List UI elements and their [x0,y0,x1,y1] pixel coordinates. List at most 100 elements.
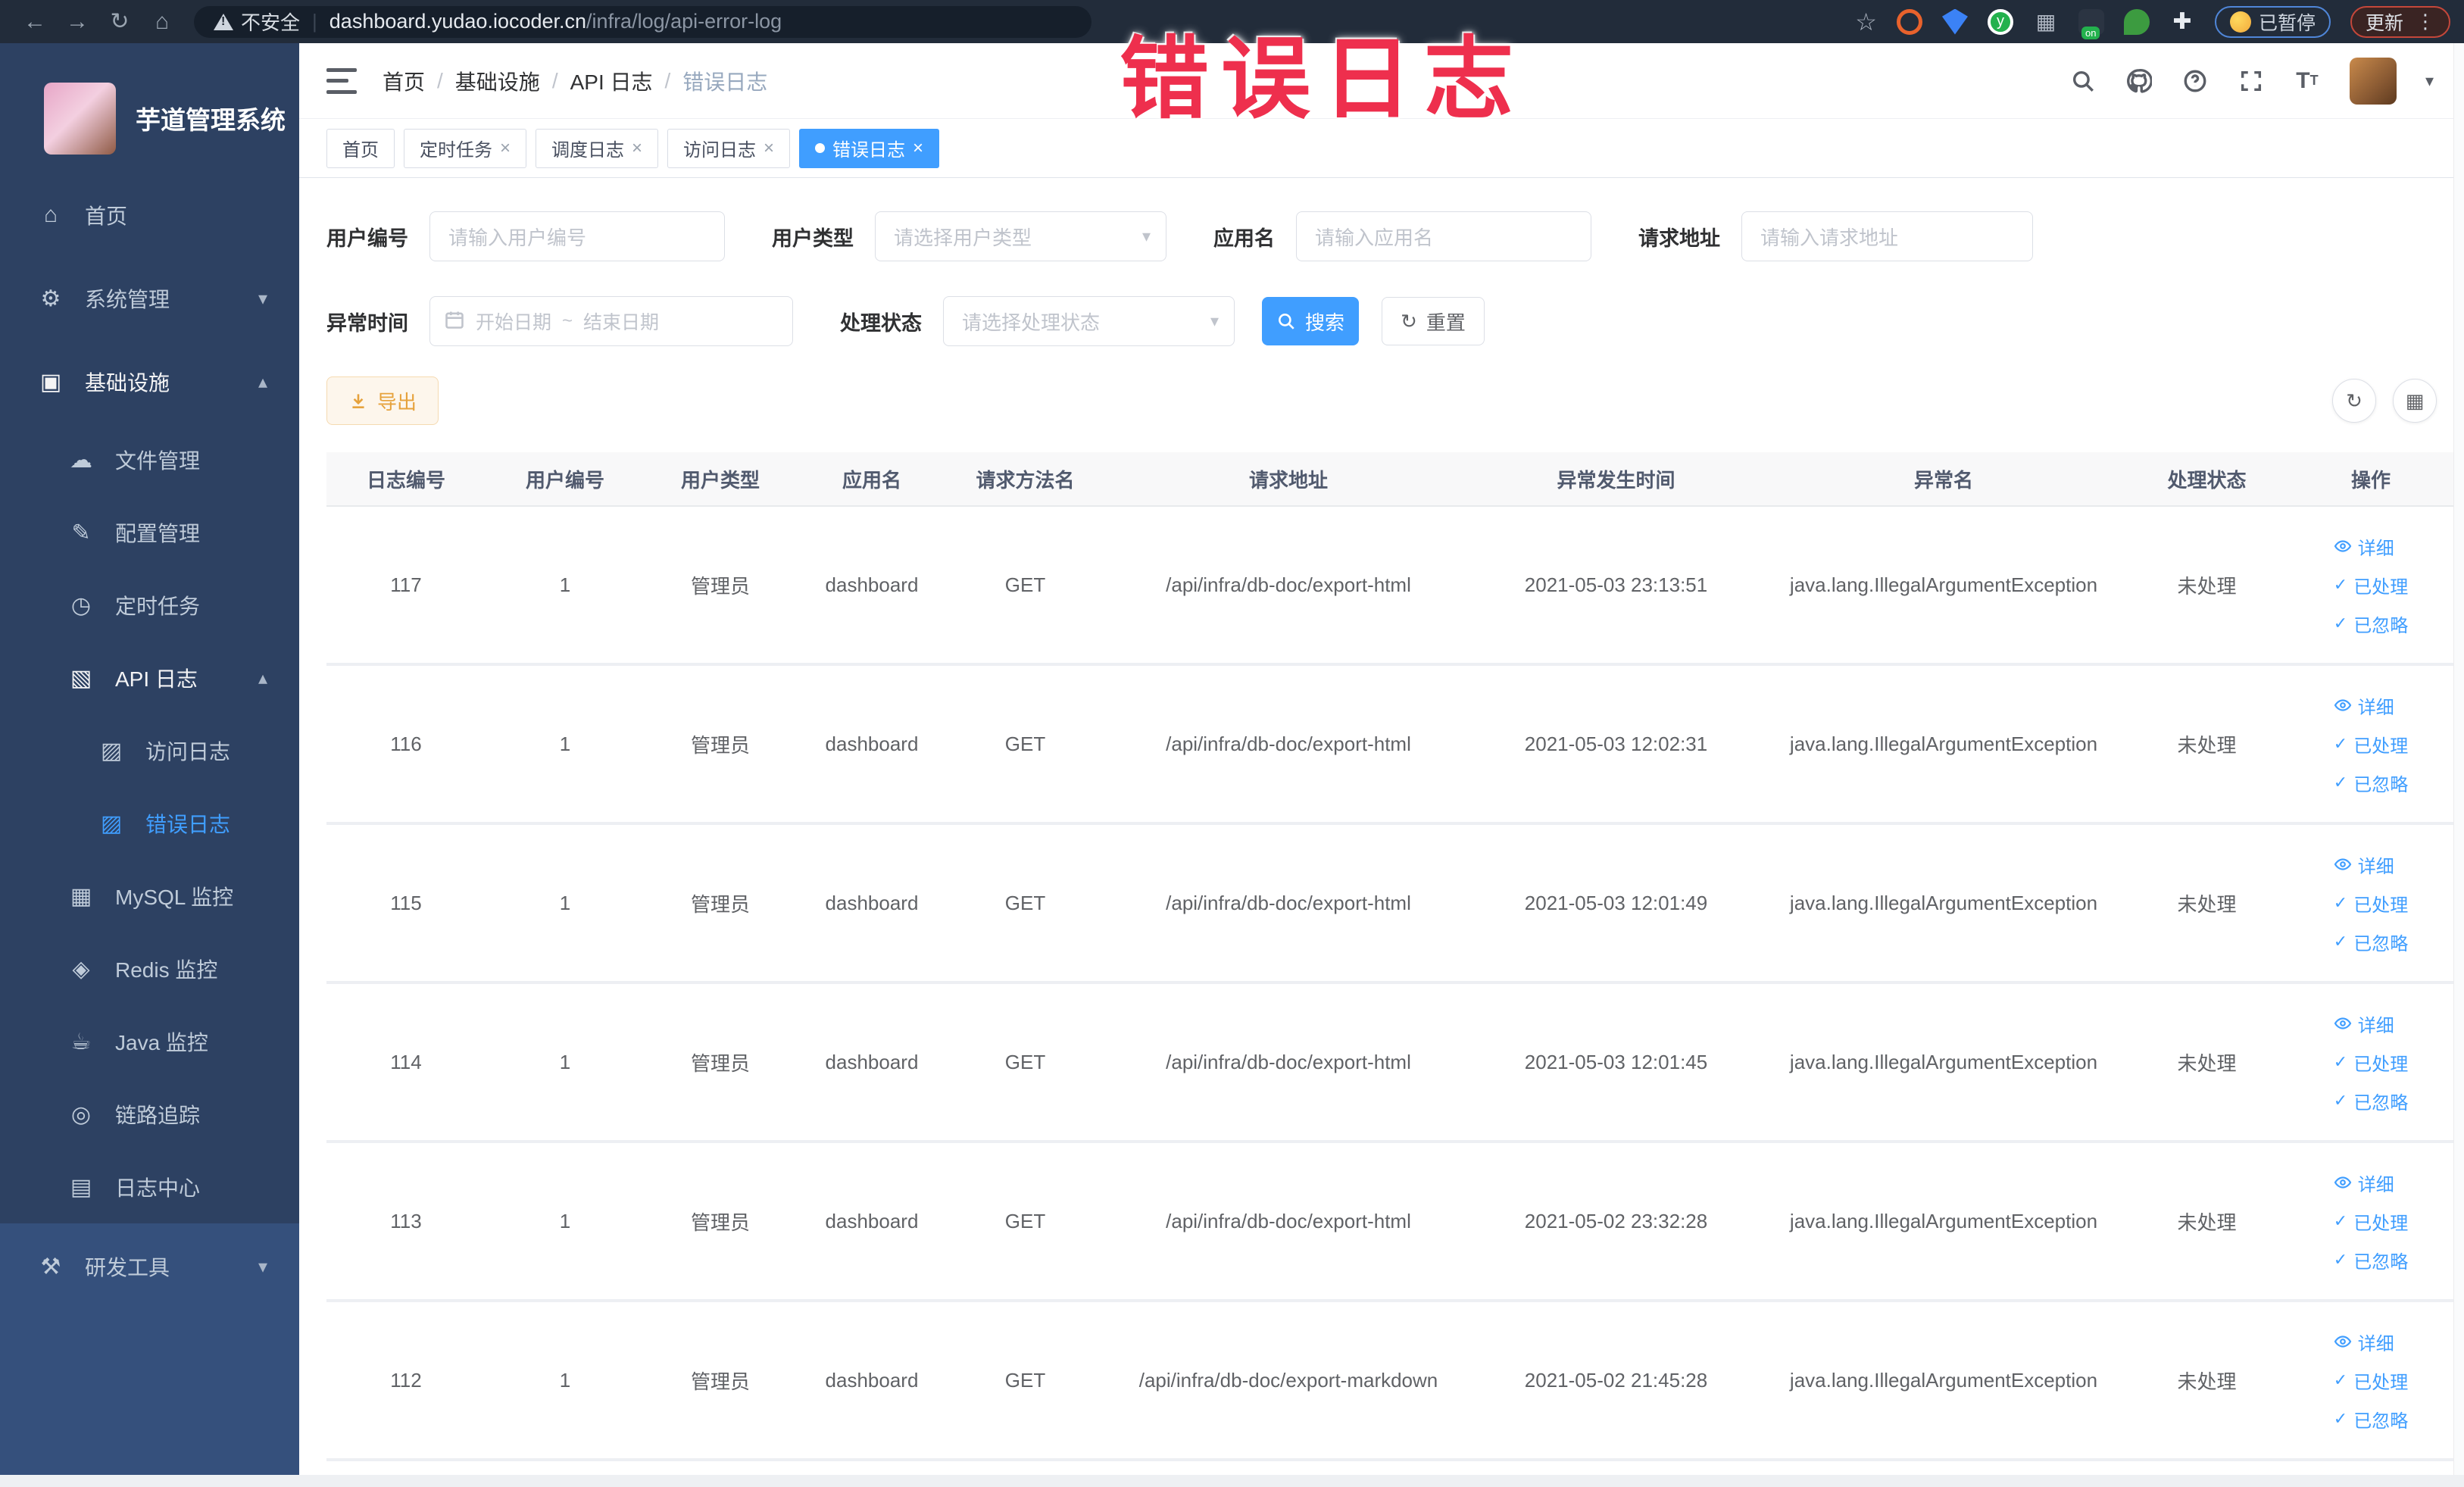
column-header: 用户类型 [680,468,760,492]
ignored-link[interactable]: ✓ 已忽略 [2334,611,2408,637]
browser-reload-icon[interactable]: ↻ [98,8,141,35]
extension-leaf-icon[interactable] [2123,8,2150,35]
tab-首页[interactable]: 首页 [326,128,395,168]
browser-menu-kebab-icon[interactable]: ⋮ [2416,10,2435,33]
toolbox-icon: ⚒ [40,1254,61,1279]
sidebar-toggle-icon[interactable] [326,67,357,94]
sidebar-item-mysql[interactable]: ▦ MySQL 监控 [0,860,299,932]
extension-orange-icon[interactable] [1896,8,1922,35]
tab-close-icon[interactable]: × [632,138,642,159]
cell-app-name: dashboard [825,732,919,755]
tab-定时任务[interactable]: 定时任务 × [404,128,527,168]
sidebar-item-devtools[interactable]: ⚒ 研发工具 ▾ [0,1223,299,1310]
processed-link[interactable]: ✓ 已处理 [2334,890,2408,917]
tab-访问日志[interactable]: 访问日志 × [667,128,791,168]
check-icon: ✓ [2333,734,2348,753]
user-type-select[interactable]: 请选择用户类型 ▾ [875,211,1166,261]
request-url-input[interactable]: 请输入请求地址 [1741,211,2033,261]
user-menu-caret-icon[interactable]: ▾ [2425,71,2434,91]
tab-close-icon[interactable]: × [913,138,923,159]
ignored-link[interactable]: ✓ 已忽略 [2334,929,2408,955]
user-avatar[interactable] [2349,57,2397,105]
sidebar-item-home[interactable]: ⌂ 首页 [0,173,299,257]
extensions-puzzle-icon[interactable]: ✚ [2169,9,2195,35]
sidebar-item-config[interactable]: ✎ 配置管理 [0,496,299,569]
cell-process-status: 未处理 [2177,733,2237,757]
ignored-link[interactable]: ✓ 已忽略 [2334,1247,2408,1273]
search-button[interactable]: 搜索 [1262,297,1359,345]
tab-调度日志[interactable]: 调度日志 × [536,128,659,168]
processed-link[interactable]: ✓ 已处理 [2334,1367,2408,1394]
process-status-select[interactable]: 请选择处理状态 ▾ [943,296,1235,346]
tab-close-icon[interactable]: × [500,138,511,159]
filter-row-1: 用户编号 请输入用户编号 用户类型 请选择用户类型 ▾ 应用名 请输入应用名 请求… [326,211,2449,261]
browser-update-button[interactable]: 更新 ⋮ [2350,5,2450,38]
processed-link[interactable]: ✓ 已处理 [2334,1208,2408,1235]
ignored-link[interactable]: ✓ 已忽略 [2334,1406,2408,1432]
refresh-table-button[interactable]: ↻ [2332,379,2376,423]
reset-button[interactable]: ↻ 重置 [1382,297,1485,345]
breadcrumb-item[interactable]: 基础设施 [455,66,540,96]
processed-link[interactable]: ✓ 已处理 [2334,572,2408,598]
page-scrollbar[interactable] [2453,43,2464,1487]
export-button[interactable]: 导出 [326,376,439,425]
processed-link[interactable]: ✓ 已处理 [2334,1049,2408,1076]
ignored-link[interactable]: ✓ 已忽略 [2334,770,2408,796]
exception-time-range-picker[interactable]: 开始日期 ~ 结束日期 [429,296,793,346]
detail-link[interactable]: 详细 [2334,1329,2394,1355]
access-log-icon: ▨ [100,738,123,764]
sidebar-item-api-log[interactable]: ▧ API 日志 ▴ [0,642,299,714]
sidebar-item-redis[interactable]: ◈ Redis 监控 [0,932,299,1005]
sidebar-item-file[interactable]: ☁ 文件管理 [0,423,299,496]
browser-home-icon[interactable]: ⌂ [141,9,183,35]
table-toolbar: 导出 ↻ ▦ [326,376,2449,425]
breadcrumb-item[interactable]: API 日志 [570,66,653,96]
tab-错误日志[interactable]: 错误日志 × [799,128,940,168]
extension-grid-icon[interactable]: ▦ [2033,9,2059,35]
sidebar-item-access-log[interactable]: ▨ 访问日志 [0,714,299,787]
breadcrumb-item[interactable]: 首页 [383,66,425,96]
edit-icon: ✎ [71,520,91,545]
bookmark-star-icon[interactable]: ☆ [1855,8,1877,36]
tab-close-icon[interactable]: × [764,138,774,159]
sidebar-item-infra[interactable]: ▣ 基础设施 ▴ [0,340,299,423]
font-size-icon[interactable]: TT [2294,67,2321,95]
sidebar-item-label: 基础设施 [85,371,170,395]
sidebar-item-trace[interactable]: ◎ 链路追踪 [0,1078,299,1151]
help-icon[interactable] [2181,67,2209,95]
cell-method: GET [1004,891,1046,914]
sidebar-item-system[interactable]: ⚙ 系统管理 ▾ [0,257,299,340]
github-icon[interactable] [2125,67,2153,95]
processed-link[interactable]: ✓ 已处理 [2334,731,2408,758]
browser-back-icon[interactable]: ← [14,9,56,35]
sidebar-item-job[interactable]: ◷ 定时任务 [0,569,299,642]
sidebar-item-log-center[interactable]: ▤ 日志中心 [0,1151,299,1223]
app-name-input[interactable]: 请输入应用名 [1296,211,1591,261]
sidebar-item-java[interactable]: ☕ Java 监控 [0,1005,299,1078]
search-icon[interactable] [2069,67,2097,95]
check-icon: ✓ [2333,773,2348,792]
sidebar: 芋道管理系统 ⌂ 首页 ⚙ 系统管理 ▾ ▣ 基础设施 ▴ ☁ 文件管理 ✎ 配置管理 ◷ 定时任务 ▧ AP… [0,43,299,1487]
address-bar[interactable]: 不安全 | dashboard.yudao.iocoder.cn/infra/l… [194,5,1091,38]
app-logo-row[interactable]: 芋道管理系统 [0,43,299,173]
action-label: 详细 [2357,856,2394,877]
detail-link[interactable]: 详细 [2334,1011,2394,1037]
column-settings-button[interactable]: ▦ [2393,379,2437,423]
detail-link[interactable]: 详细 [2334,533,2394,560]
extension-green-y-icon[interactable]: y [1987,8,2013,35]
browser-forward-icon[interactable]: → [56,9,98,35]
fullscreen-icon[interactable] [2238,67,2265,95]
user-id-input[interactable]: 请输入用户编号 [429,211,725,261]
monitor-icon: ▣ [39,369,62,395]
sidebar-item-error-log[interactable]: ▨ 错误日志 [0,787,299,860]
action-label: 已处理 [2353,576,2409,598]
profile-paused-badge[interactable]: 已暂停 [2214,5,2331,38]
url-host: dashboard.yudao.iocoder.cn [329,10,587,33]
ignored-link[interactable]: ✓ 已忽略 [2334,1088,2408,1114]
not-secure-label: 不安全 [241,11,301,34]
detail-link[interactable]: 详细 [2334,851,2394,878]
detail-link[interactable]: 详细 [2334,1170,2394,1196]
detail-link[interactable]: 详细 [2334,692,2394,719]
extension-on-badge-icon[interactable]: on [2078,8,2104,39]
extension-shield-icon[interactable] [1941,8,1968,35]
